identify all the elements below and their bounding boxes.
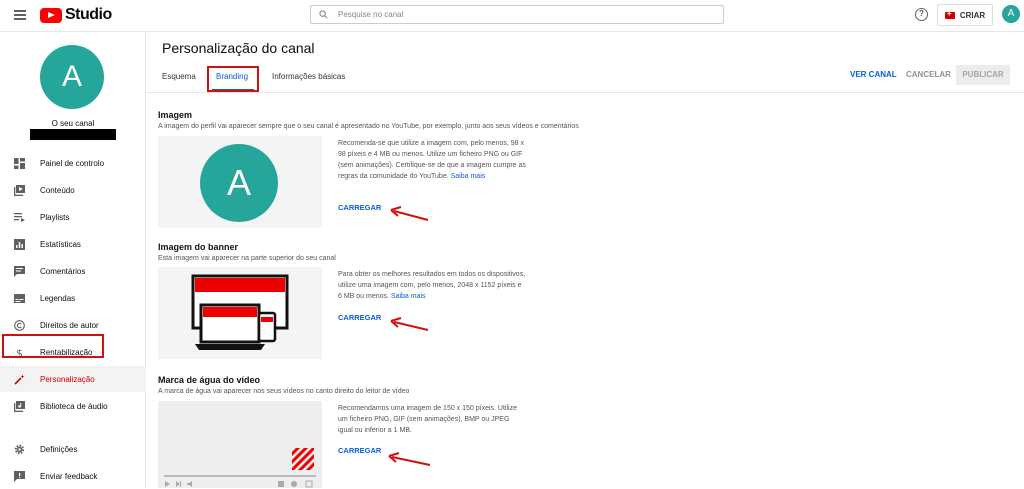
sidebar-item-feedback[interactable]: Enviar feedback: [0, 463, 146, 489]
page-title: Personalização do canal: [162, 40, 315, 56]
arrow-annotation-image: [390, 206, 429, 221]
arrow-annotation-banner: [390, 317, 429, 331]
section-description-watermark: A marca de água vai aparecer nos seus ví…: [158, 388, 410, 395]
redacted-channel-name: [30, 129, 116, 140]
gear-icon: [14, 444, 25, 455]
tab-basic-info[interactable]: Informações básicas: [272, 72, 345, 81]
tab-layout[interactable]: Esquema: [162, 72, 196, 81]
sidebar-item-label: Estatísticas: [40, 239, 81, 249]
image-help-text: Recomenda-se que utilize a imagem com, p…: [338, 138, 526, 182]
image-learn-more-link[interactable]: Saiba mais: [451, 173, 486, 180]
sidebar-item-content[interactable]: Conteúdo: [0, 177, 146, 203]
content-icon: [14, 184, 25, 196]
profile-avatar-preview: A: [200, 144, 278, 222]
sidebar-item-label: Enviar feedback: [40, 471, 98, 481]
hamburger-menu-icon[interactable]: [14, 10, 26, 20]
create-button[interactable]: CRIAR: [937, 4, 993, 26]
highlight-annotation-sidebar: [2, 334, 104, 358]
magic-wand-icon: [14, 374, 25, 385]
tabs-divider: [147, 92, 1024, 93]
sidebar-item-audio-library[interactable]: Biblioteca de áudio: [0, 393, 146, 419]
search-icon: [319, 10, 328, 19]
banner-learn-more-link[interactable]: Saiba mais: [391, 293, 426, 300]
devices-illustration: [191, 274, 289, 350]
sidebar-item-subtitles[interactable]: Legendas: [0, 285, 146, 311]
video-progress-bar: [164, 475, 316, 477]
highlight-annotation-tab: [207, 66, 259, 92]
sidebar-item-label: Painel de controlo: [40, 158, 105, 168]
banner-help-body: Para obter os melhores resultados em tod…: [338, 271, 526, 300]
banner-help-text: Para obter os melhores resultados em tod…: [338, 269, 526, 302]
sidebar-item-settings[interactable]: Definições: [0, 436, 146, 462]
sidebar-item-label: Biblioteca de áudio: [40, 401, 108, 411]
youtube-logo-icon: [40, 7, 62, 23]
comments-icon: [14, 265, 25, 277]
sidebar-item-label: Comentários: [40, 266, 86, 276]
subtitles-icon: [14, 293, 25, 304]
watermark-help-body: Recomendamos uma imagem de 150 x 150 píx…: [338, 405, 517, 434]
sidebar-item-customization[interactable]: Personalização: [0, 366, 146, 392]
watermark-help-text: Recomendamos uma imagem de 150 x 150 píx…: [338, 403, 526, 436]
analytics-icon: [14, 238, 25, 250]
channel-label: O seu canal: [51, 119, 95, 128]
studio-logo[interactable]: Studio: [40, 6, 112, 24]
sidebar-item-comments[interactable]: Comentários: [0, 258, 146, 284]
section-title-image: Imagem: [158, 110, 193, 120]
section-title-watermark: Marca de água do vídeo: [158, 375, 261, 385]
upload-watermark-button[interactable]: CARREGAR: [338, 446, 381, 455]
sidebar-item-label: Personalização: [40, 374, 95, 384]
sidebar-item-label: Definições: [40, 444, 78, 454]
section-description-image: A imagem do perfil vai aparecer sempre q…: [158, 123, 579, 130]
image-help-body: Recomenda-se que utilize a imagem com, p…: [338, 140, 526, 180]
channel-avatar[interactable]: A: [40, 45, 104, 109]
sidebar-item-analytics[interactable]: Estatísticas: [0, 231, 146, 257]
video-player-controls: [165, 480, 313, 488]
sidebar-item-playlists[interactable]: Playlists: [0, 204, 146, 230]
sidebar-item-label: Direitos de autor: [40, 320, 99, 330]
view-channel-button[interactable]: VER CANAL: [850, 70, 897, 79]
search-input[interactable]: Pesquise no canal: [310, 5, 724, 24]
sidebar-item-dashboard[interactable]: Painel de controlo: [0, 150, 146, 176]
publish-button[interactable]: PUBLICAR: [956, 65, 1010, 85]
upload-image-button[interactable]: CARREGAR: [338, 203, 381, 212]
brand-name: Studio: [65, 6, 112, 23]
sidebar-item-label: Conteúdo: [40, 185, 75, 195]
watermark-placeholder-icon: [292, 448, 314, 470]
upload-banner-button[interactable]: CARREGAR: [338, 313, 381, 322]
cancel-button[interactable]: CANCELAR: [906, 70, 951, 79]
arrow-annotation-watermark: [388, 452, 431, 466]
create-video-icon: [944, 9, 955, 19]
sidebar-item-label: Legendas: [40, 293, 76, 303]
help-icon[interactable]: ?: [915, 8, 928, 21]
profile-image-preview: A: [158, 136, 322, 228]
section-title-banner: Imagem do banner: [158, 242, 239, 252]
account-avatar[interactable]: A: [1002, 5, 1020, 23]
section-description-banner: Esta imagem vai aparecer na parte superi…: [158, 255, 336, 262]
sidebar: A O seu canal Painel de controlo Conteúd…: [0, 33, 146, 488]
audio-library-icon: [14, 400, 25, 412]
playlists-icon: [14, 212, 25, 223]
feedback-icon: [14, 470, 25, 482]
dashboard-icon: [14, 157, 25, 169]
sidebar-item-label: Playlists: [40, 212, 70, 222]
top-bar: Studio Pesquise no canal ? CRIAR A: [0, 0, 1024, 32]
search-placeholder: Pesquise no canal: [338, 10, 404, 19]
copyright-icon: [14, 319, 25, 331]
create-button-label: CRIAR: [959, 10, 986, 20]
watermark-preview: [158, 401, 322, 488]
banner-image-preview: [158, 267, 322, 359]
